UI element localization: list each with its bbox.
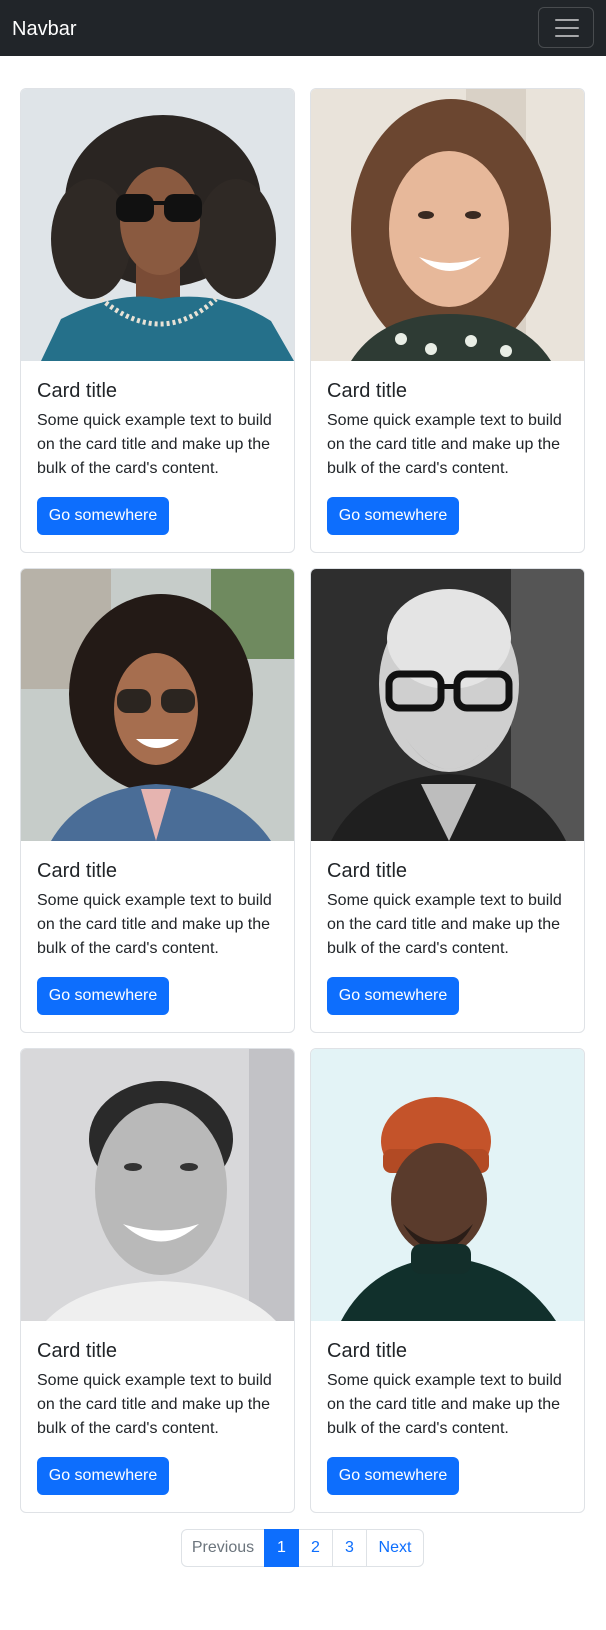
go-somewhere-button[interactable]: Go somewhere [37,1457,169,1495]
portrait-smiling-man-bw [21,1049,294,1321]
portrait-man-orange-beanie [311,1049,584,1321]
go-somewhere-button[interactable]: Go somewhere [37,977,169,1015]
card-text: Some quick example text to build on the … [37,412,272,477]
card-text: Some quick example text to build on the … [37,1372,272,1437]
pagination-page-3[interactable]: 3 [332,1529,367,1567]
card-title: Card title [37,860,118,882]
navbar: Navbar [0,0,606,56]
card-title: Card title [327,380,408,402]
hamburger-menu-icon [555,19,579,21]
card: Card title Some quick example text to bu… [310,88,585,553]
card: Card title Some quick example text to bu… [310,568,585,1033]
portrait-bald-man-glasses-bw [311,569,584,841]
go-somewhere-button[interactable]: Go somewhere [327,977,459,1015]
go-somewhere-button[interactable]: Go somewhere [327,1457,459,1495]
card-image [21,89,294,361]
card: Card title Some quick example text to bu… [20,1048,295,1513]
card: Card title Some quick example text to bu… [20,88,295,553]
navbar-brand[interactable]: Navbar [12,17,76,41]
card-title: Card title [327,860,408,882]
go-somewhere-button[interactable]: Go somewhere [327,497,459,535]
go-somewhere-button[interactable]: Go somewhere [37,497,169,535]
card-image [21,569,294,841]
pagination-page-1[interactable]: 1 [264,1529,299,1567]
card-title: Card title [37,380,118,402]
pagination-previous[interactable]: Previous [181,1529,265,1567]
navbar-toggler-button[interactable] [538,7,594,48]
card: Card title Some quick example text to bu… [310,1048,585,1513]
card-text: Some quick example text to build on the … [327,1372,562,1437]
card-title: Card title [37,1340,118,1362]
card-image [311,89,584,361]
card-title: Card title [327,1340,408,1362]
card-text: Some quick example text to build on the … [327,412,562,477]
card-text: Some quick example text to build on the … [37,892,272,957]
pagination-page-2[interactable]: 2 [298,1529,333,1567]
card-text: Some quick example text to build on the … [327,892,562,957]
card-image [21,1049,294,1321]
pagination-next[interactable]: Next [366,1529,424,1567]
portrait-man-curly-hair-sunglasses [21,89,294,361]
card: Card title Some quick example text to bu… [20,568,295,1033]
pagination: Previous 1 2 3 Next [181,1529,424,1567]
portrait-smiling-woman-brown-hair [311,89,584,361]
portrait-woman-curly-hair-sunglasses [21,569,294,841]
card-image [311,1049,584,1321]
card-image [311,569,584,841]
